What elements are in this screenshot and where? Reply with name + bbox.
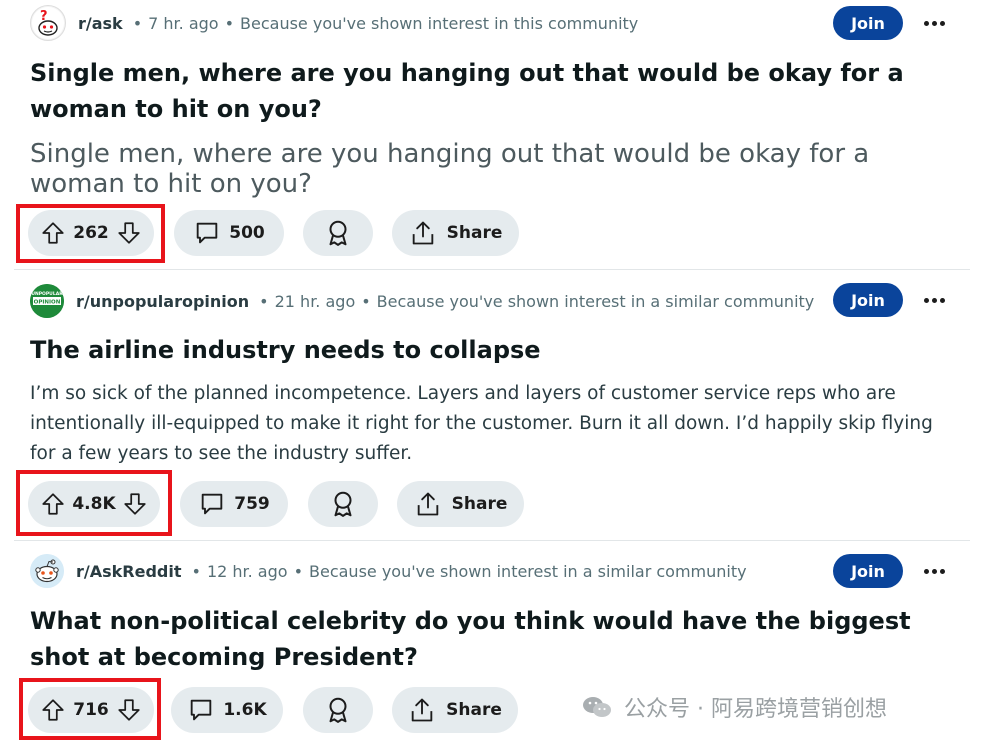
meta-separator: • xyxy=(132,13,143,33)
share-label: Share xyxy=(446,223,503,243)
dot-icon xyxy=(939,297,945,303)
post-title[interactable]: The airline industry needs to collapse xyxy=(30,332,950,368)
ask-snoo-icon: ? xyxy=(32,7,64,39)
more-options-button[interactable] xyxy=(920,554,948,588)
meta-separator: • xyxy=(293,561,303,581)
dot-icon xyxy=(939,20,945,26)
comment-icon xyxy=(191,699,212,721)
award-icon xyxy=(329,697,347,723)
upvote-icon[interactable] xyxy=(40,491,66,517)
share-label: Share xyxy=(446,700,502,720)
share-button[interactable]: Share xyxy=(397,481,524,527)
dot-icon xyxy=(931,297,937,303)
meta-separator: • xyxy=(361,291,371,311)
share-icon xyxy=(412,221,433,245)
vote-bar: 4.8K xyxy=(28,481,160,527)
upvote-icon[interactable] xyxy=(40,697,66,723)
comments-button[interactable]: 759 xyxy=(180,481,288,527)
comment-count: 500 xyxy=(229,223,265,243)
dot-icon xyxy=(923,297,929,303)
comment-count: 759 xyxy=(234,494,270,514)
downvote-icon[interactable] xyxy=(122,491,148,517)
askreddit-snoo-icon xyxy=(30,554,64,588)
subreddit-name[interactable]: r/ask xyxy=(78,14,123,33)
post-title[interactable]: Single men, where are you hanging out th… xyxy=(30,55,950,127)
downvote-icon[interactable] xyxy=(116,220,142,246)
post-meta: UNPOPULAR OPINION r/unpopularopinion • 2… xyxy=(30,284,814,318)
post-title[interactable]: What non-political celebrity do you thin… xyxy=(30,603,950,675)
meta-separator: • xyxy=(259,291,269,311)
vote-bar: 262 xyxy=(28,210,154,256)
award-button[interactable] xyxy=(303,210,373,256)
post-time: 21 hr. ago xyxy=(274,291,356,311)
award-button[interactable] xyxy=(308,481,378,527)
join-button[interactable]: Join xyxy=(833,554,903,588)
post-body[interactable]: Single men, where are you hanging out th… xyxy=(30,139,960,199)
watermark-text: 公众号 · 阿易跨境营销创想 xyxy=(624,697,887,722)
vote-count: 716 xyxy=(73,700,109,720)
dot-icon xyxy=(923,568,929,574)
vote-bar: 716 xyxy=(28,687,154,733)
wechat-icon xyxy=(583,697,611,717)
join-button[interactable]: Join xyxy=(833,283,903,317)
recommendation-reason: Because you've shown interest in this co… xyxy=(240,13,639,33)
post-meta: ? r/ask • 7 hr. ago • Because you've sho… xyxy=(30,5,639,41)
comments-button[interactable]: 1.6K xyxy=(171,687,283,733)
post-meta: r/AskReddit • 12 hr. ago • Because you'v… xyxy=(30,554,747,588)
recommendation-reason: Because you've shown interest in a simil… xyxy=(376,291,815,311)
subreddit-avatar[interactable] xyxy=(30,554,64,588)
award-icon xyxy=(334,491,352,517)
post-card-1[interactable]: ? r/ask • 7 hr. ago • Because you've sho… xyxy=(0,0,995,268)
dot-icon xyxy=(931,568,937,574)
upvote-icon[interactable] xyxy=(40,220,66,246)
subreddit-avatar[interactable]: ? xyxy=(30,5,66,41)
post-card-2[interactable]: UNPOPULAR OPINION r/unpopularopinion • 2… xyxy=(0,270,995,540)
subreddit-name[interactable]: r/unpopularopinion xyxy=(76,292,249,311)
subreddit-name[interactable]: r/AskReddit xyxy=(76,562,182,581)
comment-count: 1.6K xyxy=(223,700,267,720)
svg-text:OPINION: OPINION xyxy=(34,300,61,306)
more-options-button[interactable] xyxy=(920,283,948,317)
share-button[interactable]: Share xyxy=(392,210,519,256)
dot-icon xyxy=(939,568,945,574)
meta-separator: • xyxy=(191,561,201,581)
downvote-icon[interactable] xyxy=(116,697,142,723)
meta-separator: • xyxy=(224,13,235,33)
share-label: Share xyxy=(451,494,508,514)
share-icon xyxy=(417,492,438,516)
subreddit-avatar[interactable]: UNPOPULAR OPINION xyxy=(30,284,64,318)
post-body[interactable]: I’m so sick of the planned incompetence.… xyxy=(30,379,960,469)
svg-text:UNPOPULAR: UNPOPULAR xyxy=(31,291,63,297)
share-icon xyxy=(411,698,433,722)
comments-button[interactable]: 500 xyxy=(174,210,284,256)
vote-count: 4.8K xyxy=(72,494,116,514)
dot-icon xyxy=(931,20,937,26)
award-button[interactable] xyxy=(303,687,373,733)
watermark: 公众号 · 阿易跨境营销创想 xyxy=(582,690,887,724)
unpopular-opinion-logo-icon: UNPOPULAR OPINION xyxy=(30,284,64,318)
dot-icon xyxy=(923,20,929,26)
post-time: 12 hr. ago xyxy=(206,561,288,581)
join-button[interactable]: Join xyxy=(833,6,903,40)
share-button[interactable]: Share xyxy=(392,687,518,733)
svg-text:?: ? xyxy=(40,9,48,24)
vote-count: 262 xyxy=(73,223,109,243)
recommendation-reason: Because you've shown interest in a simil… xyxy=(309,561,747,581)
more-options-button[interactable] xyxy=(920,6,948,40)
post-time: 7 hr. ago xyxy=(148,13,219,33)
comment-icon xyxy=(196,222,218,244)
award-icon xyxy=(329,220,347,246)
comment-icon xyxy=(201,493,223,515)
